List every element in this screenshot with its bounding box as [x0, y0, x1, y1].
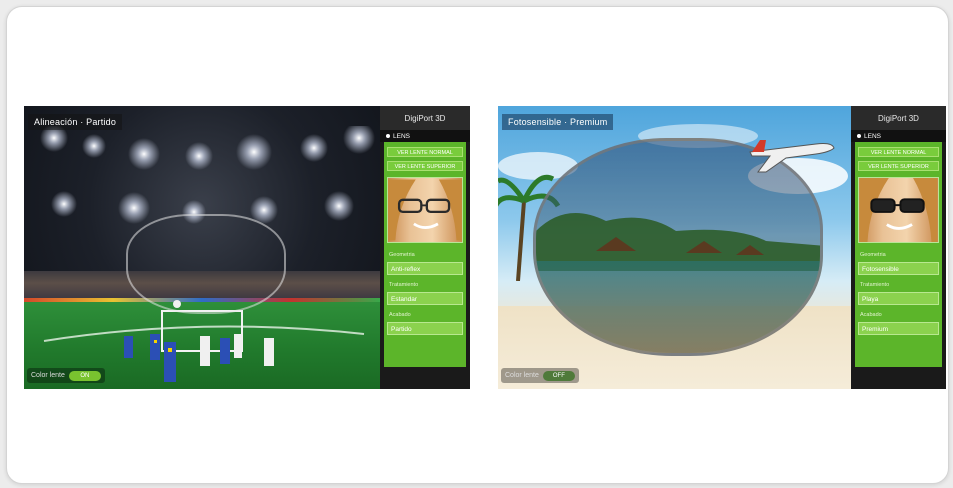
config-section: LENS	[380, 130, 470, 142]
section-label: LENS	[393, 132, 410, 140]
face-illustration	[388, 179, 462, 241]
view-superior-lens-button[interactable]: VER LENTE SUPERIOR	[387, 161, 463, 171]
section-label: LENS	[864, 132, 881, 140]
field-value-treatment[interactable]: Playa	[858, 292, 939, 305]
view-normal-lens-button[interactable]: VER LENTE NORMAL	[387, 147, 463, 157]
airplane-icon	[749, 140, 835, 173]
scene-title: Alineación · Partido	[28, 114, 123, 130]
toggle-switch-icon[interactable]: OFF	[542, 370, 575, 381]
config-header: DigiPort 3D	[380, 106, 470, 130]
config-options: VER LENTE NORMAL VER LENTE SUPERIOR Geom…	[384, 142, 466, 367]
stadium-scene: Alineación · Partido Color lente ON	[24, 106, 380, 389]
field-value-geometry[interactable]: Fotosensible	[858, 262, 939, 275]
field-value-geometry[interactable]: Anti-reflex	[387, 262, 463, 275]
config-header: DigiPort 3D	[851, 106, 946, 130]
lens-demo-beach: Fotosensible · Premium Color lente OFF D…	[498, 106, 946, 389]
lens-config-panel: DigiPort 3D LENS VER LENTE NORMAL VER LE…	[851, 106, 946, 389]
beach-scene: Fotosensible · Premium Color lente OFF	[498, 106, 851, 389]
toggle-label: Color lente	[31, 372, 65, 379]
color-toggle[interactable]: Color lente ON	[27, 368, 105, 383]
config-section: LENS	[851, 130, 946, 142]
field-label-finish: Acabado	[860, 312, 882, 318]
glasses-face-icon	[387, 177, 463, 243]
field-label-treatment: Tratamiento	[860, 282, 890, 288]
face-illustration	[859, 178, 938, 242]
scene-title: Fotosensible · Premium	[502, 114, 614, 130]
lens-demo-stadium: Alineación · Partido Color lente ON Digi…	[24, 106, 470, 389]
field-value-finish[interactable]: Partido	[387, 322, 463, 335]
field-label-geometry: Geometria	[860, 252, 886, 258]
field-label-geometry: Geometria	[389, 252, 415, 258]
view-normal-lens-button[interactable]: VER LENTE NORMAL	[858, 147, 939, 157]
field-label-finish: Acabado	[389, 312, 411, 318]
toggle-label: Color lente	[505, 372, 539, 379]
toggle-switch-icon[interactable]: ON	[68, 370, 101, 381]
bullet-icon	[857, 134, 861, 138]
lens-outline	[126, 214, 286, 314]
config-options: VER LENTE NORMAL VER LENTE SUPERIOR Geom…	[855, 142, 942, 367]
glasses-face-icon	[858, 177, 939, 243]
view-superior-lens-button[interactable]: VER LENTE SUPERIOR	[858, 161, 939, 171]
water	[536, 261, 820, 353]
color-toggle[interactable]: Color lente OFF	[501, 368, 579, 383]
lens-config-panel: DigiPort 3D LENS VER LENTE NORMAL VER LE…	[380, 106, 470, 389]
field-value-treatment[interactable]: Estandar	[387, 292, 463, 305]
bullet-icon	[386, 134, 390, 138]
field-label-treatment: Tratamiento	[389, 282, 419, 288]
field-value-finish[interactable]: Premium	[858, 322, 939, 335]
